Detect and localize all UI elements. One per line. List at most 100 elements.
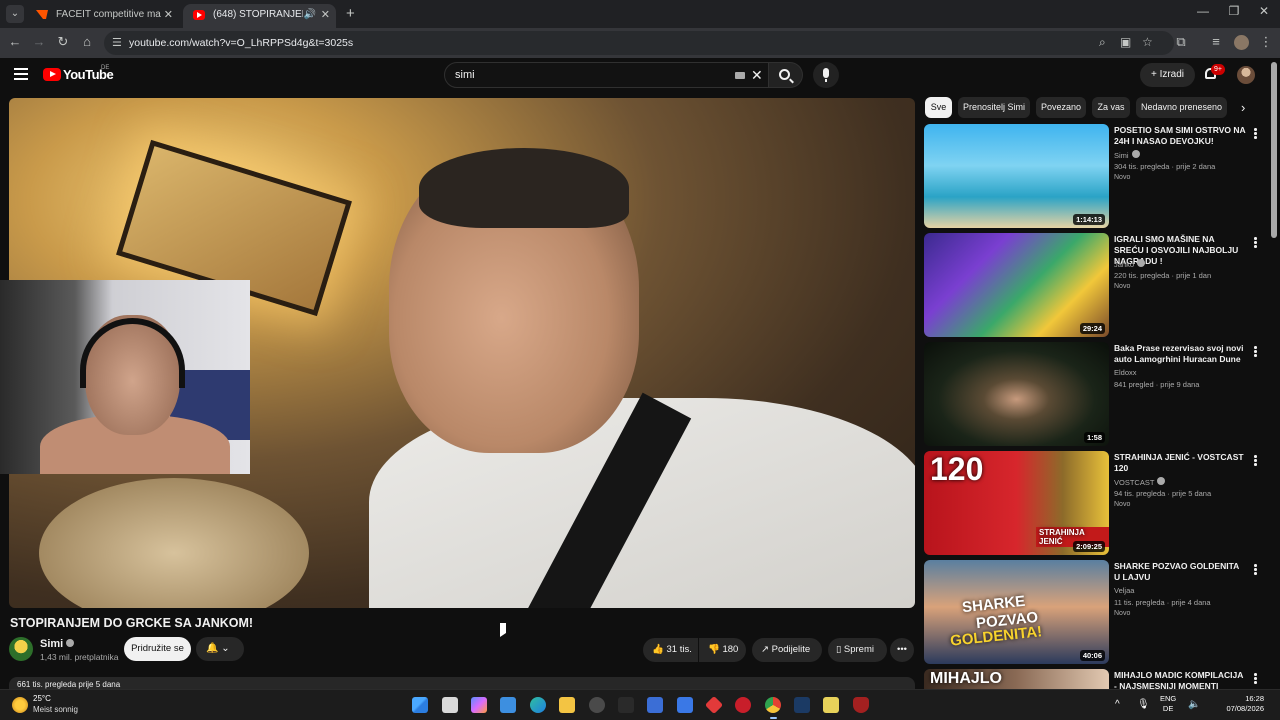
save-button[interactable]: ▯ Spremi (828, 638, 887, 662)
chip-recently-uploaded[interactable]: Nedavno preneseno (1136, 97, 1227, 118)
tab-faceit[interactable]: FACEIT competitive match - FACEIT ✕ (26, 4, 179, 28)
notes-icon[interactable] (823, 697, 839, 713)
tab-youtube[interactable]: (648) STOPIRANJEM DO GRCKE SA JANKOM! - … (183, 4, 336, 28)
close-tab-icon[interactable]: ✕ (164, 4, 173, 26)
recommendation-channel[interactable]: Janko (1114, 259, 1146, 269)
keyboard-icon[interactable] (735, 72, 745, 79)
address-bar[interactable]: ☰ youtube.com/watch?v=O_LhRPPSd4g&t=3025… (104, 31, 1174, 55)
video-thumbnail[interactable]: 29:24 (924, 233, 1109, 337)
edge-icon[interactable] (530, 697, 546, 713)
weather-temperature[interactable]: 25°C (33, 694, 51, 703)
task-view-icon[interactable] (442, 697, 458, 713)
input-language[interactable]: ENG DE (1160, 694, 1176, 714)
new-tab-button[interactable]: + (346, 4, 355, 24)
more-vertical-icon[interactable] (1254, 564, 1257, 576)
reload-icon[interactable]: ↻ (55, 34, 71, 50)
share-button[interactable]: ↗ Podijelite (752, 638, 822, 662)
chevron-up-icon[interactable]: ^ (1115, 699, 1120, 710)
bookmark-star-icon[interactable]: ☆ (1142, 35, 1153, 49)
recommendation-channel[interactable]: Eldoxx (1114, 368, 1137, 377)
home-icon[interactable]: ⌂ (79, 34, 95, 50)
store-icon[interactable] (500, 697, 516, 713)
recommendation-item[interactable]: 1:58 Baka Prase rezervisao svoj novi aut… (924, 342, 1274, 447)
more-vertical-icon[interactable] (1254, 346, 1257, 358)
like-button[interactable]: 👍 31 tis. (643, 638, 698, 662)
chip-related[interactable]: Povezano (1036, 97, 1086, 118)
mail-icon[interactable] (647, 697, 663, 713)
video-thumbnail[interactable]: 1:58 (924, 342, 1109, 446)
join-button[interactable]: Pridružite se (124, 637, 191, 661)
dropbox-icon[interactable] (677, 697, 693, 713)
browser-menu-icon[interactable]: ⋮ (1258, 34, 1274, 50)
more-vertical-icon[interactable] (1254, 673, 1257, 685)
create-button[interactable]: + Izradi (1140, 63, 1195, 87)
maximize-button[interactable]: ❐ (1224, 4, 1244, 18)
search-input[interactable]: simi ✕ (444, 62, 769, 88)
reading-list-icon[interactable]: ≡ (1208, 34, 1224, 50)
subscription-bell-button[interactable]: 🔔 ⌄ (196, 637, 244, 661)
menu-hamburger-icon[interactable] (14, 68, 28, 80)
recommendation-item[interactable]: 29:24 IGRALI SMO MAŠINE NA SREĆU I OSVOJ… (924, 233, 1274, 338)
channel-avatar[interactable] (9, 637, 33, 661)
recommendation-channel[interactable]: VOSTCAST (1114, 477, 1166, 487)
tab-search-button[interactable]: ⌄ (6, 5, 24, 23)
system-clock[interactable]: 16:28 07/08/2026 (1218, 694, 1264, 714)
file-explorer-icon[interactable] (559, 697, 575, 713)
more-vertical-icon[interactable] (1254, 128, 1257, 140)
recommendation-channel[interactable]: Simi (1114, 150, 1140, 160)
more-actions-button[interactable]: ••• (890, 638, 914, 662)
recommendation-title[interactable]: SHARKE POZVAO GOLDENITA U LAJVU (1114, 561, 1246, 583)
microphone-tray-icon[interactable]: 🎙 (1137, 699, 1150, 710)
recommendation-item[interactable]: MIHAJLO MIHAJLO MADIC KOMPILACIJA - NAJS… (924, 669, 1274, 689)
shield-icon[interactable] (853, 697, 869, 713)
speaker-icon[interactable]: 🔈 (1188, 699, 1200, 710)
dislike-button[interactable]: 👎 180 (699, 638, 746, 662)
chip-for-you[interactable]: Za vas (1092, 97, 1130, 118)
windows-start-icon[interactable] (412, 697, 428, 713)
forward-arrow-icon[interactable]: → (31, 34, 47, 50)
video-thumbnail[interactable]: 120 STRAHINJA JENIĆ 2:09:25 (924, 451, 1109, 555)
recommendation-channel[interactable]: Veljaa (1114, 586, 1134, 595)
video-thumbnail[interactable]: 1:14:13 (924, 124, 1109, 228)
more-vertical-icon[interactable] (1254, 237, 1257, 249)
lightning-app-icon[interactable] (618, 697, 634, 713)
recommendation-item[interactable]: 1:14:13 POSETIO SAM SIMI OSTRVO NA 24H I… (924, 124, 1274, 229)
minimize-button[interactable]: — (1193, 4, 1213, 18)
extensions-icon[interactable]: ⧉ (1173, 34, 1189, 50)
faceit-app-icon[interactable] (735, 697, 751, 713)
video-thumbnail[interactable]: SHARKE POZVAO GOLDENITA! 40:06 (924, 560, 1109, 664)
recommendation-item[interactable]: 120 STRAHINJA JENIĆ 2:09:25 STRAHINJA JE… (924, 451, 1274, 556)
cast-icon[interactable]: ▣ (1120, 35, 1131, 49)
anydesk-icon[interactable] (704, 695, 724, 715)
steam-icon[interactable] (794, 697, 810, 713)
copilot-icon[interactable] (471, 697, 487, 713)
voice-search-button[interactable] (813, 62, 839, 88)
recommendation-item[interactable]: SHARKE POZVAO GOLDENITA! 40:06 SHARKE PO… (924, 560, 1274, 665)
weather-condition[interactable]: Meist sonnig (33, 705, 78, 714)
weather-sun-icon[interactable] (12, 697, 28, 713)
recommendation-title[interactable]: POSETIO SAM SIMI OSTRVO NA 24H I NASAO D… (1114, 125, 1246, 147)
close-tab-icon[interactable]: ✕ (321, 4, 330, 26)
chrome-icon[interactable] (765, 697, 781, 719)
profile-avatar[interactable] (1234, 35, 1249, 50)
chip-all[interactable]: Sve (925, 97, 952, 118)
youtube-logo-icon[interactable] (43, 68, 61, 81)
back-arrow-icon[interactable]: ← (7, 34, 23, 50)
channel-name[interactable]: Simi (40, 638, 75, 650)
video-thumbnail[interactable]: MIHAJLO (924, 669, 1109, 689)
clear-search-icon[interactable]: ✕ (751, 63, 763, 87)
recommendation-title[interactable]: STRAHINJA JENIĆ - VOSTCAST 120 (1114, 452, 1246, 474)
audio-playing-icon[interactable]: 🔊 (304, 4, 316, 26)
recommendation-title[interactable]: Baka Prase rezervisao svoj novi auto Lam… (1114, 343, 1246, 365)
more-vertical-icon[interactable] (1254, 455, 1257, 467)
chevron-right-icon[interactable]: › (1241, 100, 1245, 115)
zoom-icon[interactable]: ⌕ (1099, 35, 1106, 50)
description-box[interactable]: 661 tis. pregleda prije 5 dana (9, 677, 915, 689)
recommendation-title[interactable]: MIHAJLO MADIC KOMPILACIJA - NAJSMESNIJI … (1114, 670, 1246, 689)
account-avatar[interactable] (1237, 66, 1255, 84)
app-icon[interactable] (589, 697, 605, 713)
window-close-button[interactable]: ✕ (1254, 4, 1274, 18)
site-info-icon[interactable]: ☰ (112, 36, 122, 49)
chip-uploader[interactable]: Prenositelj Simi (958, 97, 1030, 118)
page-scrollbar[interactable] (1271, 62, 1277, 238)
